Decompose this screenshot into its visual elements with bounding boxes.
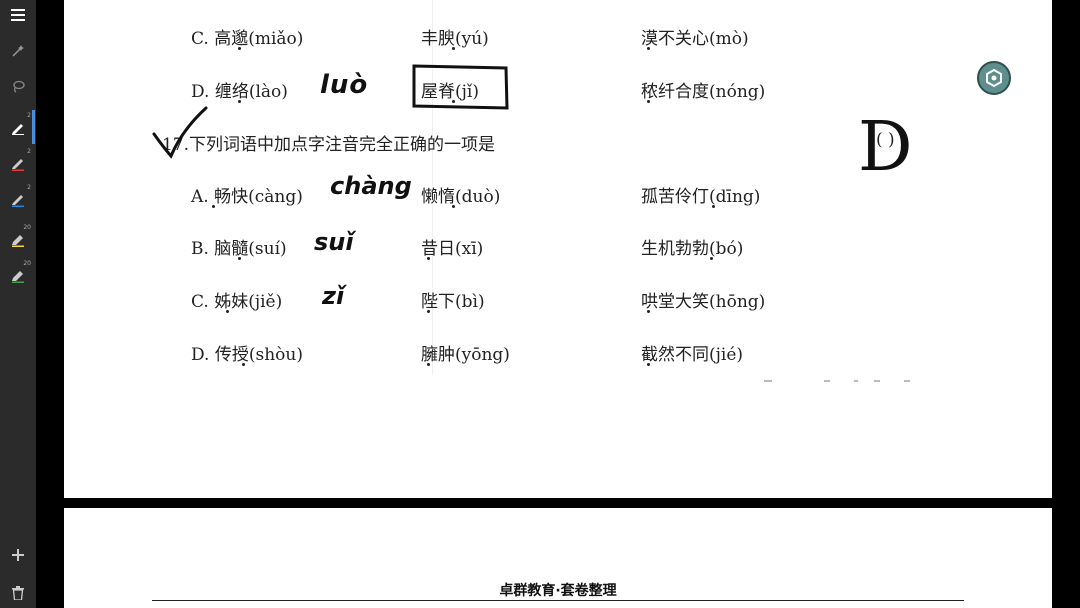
highlighter-size-label: 20 xyxy=(23,224,31,231)
pen-red-button[interactable]: 2 xyxy=(0,148,36,178)
pen-icon xyxy=(12,195,24,207)
highlighter-green-button[interactable]: 20 xyxy=(0,260,36,290)
plus-icon xyxy=(12,549,24,561)
pen-size-label: 2 xyxy=(27,148,31,155)
hexagon-icon xyxy=(986,68,1002,88)
pen-size-label: 2 xyxy=(27,184,31,191)
add-page-button[interactable] xyxy=(0,540,36,570)
delete-button[interactable] xyxy=(0,578,36,608)
menu-button[interactable] xyxy=(0,0,36,30)
pen-black-button[interactable]: 2 xyxy=(0,112,36,142)
pen-blue-button[interactable]: 2 xyxy=(0,184,36,214)
magic-wand-button[interactable] xyxy=(0,36,36,66)
trash-icon xyxy=(12,586,24,600)
highlighter-icon xyxy=(12,235,24,247)
ink-layer xyxy=(152,64,910,382)
magic-wand-icon xyxy=(12,45,24,57)
pen-size-label: 2 xyxy=(27,112,31,119)
lasso-icon xyxy=(13,80,25,93)
highlighter-size-label: 20 xyxy=(23,260,31,267)
checkmark-ink xyxy=(152,106,208,159)
floating-settings-button[interactable] xyxy=(977,61,1011,95)
lasso-button[interactable] xyxy=(0,72,36,102)
document-page-next[interactable]: 卓群教育·套卷整理 xyxy=(64,508,1052,608)
highlighter-icon xyxy=(12,271,24,283)
ink-box xyxy=(412,64,509,110)
highlighter-yellow-button[interactable]: 20 xyxy=(0,224,36,254)
menu-icon xyxy=(11,9,25,21)
page-header-title: 卓群教育·套卷整理 xyxy=(499,583,617,599)
pen-icon xyxy=(12,159,24,171)
left-toolbar: 2 2 2 20 20 xyxy=(0,0,36,608)
pen-icon xyxy=(12,124,24,135)
header-rule xyxy=(152,600,964,601)
document-page[interactable]: C. 高邈(miǎo) 丰腴(yú) 漠不关心(mò) D. 缠络(lào) 屋… xyxy=(64,0,1052,498)
